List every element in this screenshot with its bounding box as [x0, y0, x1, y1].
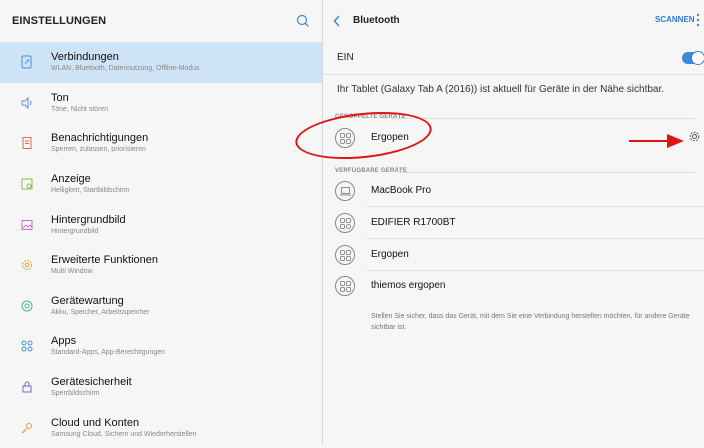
bluetooth-panel: Bluetooth SCANNEN EIN Ihr Tablet (Galaxy… — [322, 0, 704, 445]
available-devices-header: VERFÜGBARE GERÄTE — [335, 168, 695, 174]
laptop-icon — [335, 181, 355, 201]
available-device-item[interactable]: Ergopen — [323, 239, 704, 271]
device-name: Ergopen — [371, 249, 409, 260]
page-title: Bluetooth — [353, 15, 400, 26]
menu-item-device-security[interactable]: Gerätesicherheit Sperrbildschirm — [0, 367, 322, 408]
menu-item-title: Verbindungen — [51, 51, 119, 64]
menu-item-subtitle: Töne, Nicht stören — [51, 105, 109, 113]
toggle-knob — [691, 51, 704, 65]
menu-item-apps[interactable]: Apps Standard-Apps, App-Berechtigungen — [0, 326, 322, 367]
sound-icon — [19, 95, 35, 111]
menu-item-subtitle: Sperrbildschirm — [51, 390, 100, 398]
menu-item-title: Benachrichtigungen — [51, 132, 149, 145]
menu-item-title: Gerätewartung — [51, 294, 124, 307]
menu-item-subtitle: Akku, Speicher, Arbeitsspeicher — [51, 308, 150, 316]
speaker-device-icon — [335, 213, 355, 233]
gear-icon[interactable] — [688, 130, 701, 143]
visibility-hint: Stellen Sie sicher, dass das Gerät, mit … — [371, 313, 690, 331]
available-device-item[interactable]: thiemos ergopen — [323, 270, 704, 302]
settings-menu: Verbindungen WLAN, Bluetooth, Datennutzu… — [0, 42, 322, 448]
pen-device-icon — [335, 276, 355, 296]
scan-button[interactable]: SCANNEN — [655, 15, 695, 24]
apps-icon — [19, 338, 35, 354]
sidebar-title: EINSTELLUNGEN — [12, 15, 107, 27]
menu-item-subtitle: Sperren, zulassen, priorisieren — [51, 146, 146, 154]
menu-item-subtitle: Hintergrundbild — [51, 227, 99, 235]
wallpaper-icon — [19, 217, 35, 233]
device-name: thiemos ergopen — [371, 280, 446, 291]
menu-item-cloud-accounts[interactable]: Cloud und Konten Samsung Cloud, Sichern … — [0, 407, 322, 448]
notifications-icon — [19, 135, 35, 151]
menu-item-subtitle: Samsung Cloud, Sichern und Wiederherstel… — [51, 430, 197, 438]
menu-item-device-maintenance[interactable]: Gerätewartung Akku, Speicher, Arbeitsspe… — [0, 286, 322, 327]
available-device-item[interactable]: MacBook Pro — [323, 175, 704, 207]
available-device-item[interactable]: EDIFIER R1700BT — [323, 207, 704, 239]
device-maintenance-icon — [19, 298, 35, 314]
menu-item-advanced-features[interactable]: Erweiterte Funktionen Multi Window — [0, 245, 322, 286]
device-name: MacBook Pro — [371, 185, 432, 196]
bluetooth-header: Bluetooth SCANNEN — [323, 0, 704, 42]
advanced-features-icon — [19, 257, 35, 273]
menu-item-title: Apps — [51, 335, 77, 348]
menu-item-subtitle: WLAN, Bluetooth, Datennutzung, Offline-M… — [51, 65, 200, 73]
menu-item-title: Gerätesicherheit — [51, 376, 132, 389]
menu-item-title: Anzeige — [51, 173, 91, 186]
menu-item-sound[interactable]: Ton Töne, Nicht stören — [0, 83, 322, 124]
menu-item-connections[interactable]: Verbindungen WLAN, Bluetooth, Datennutzu… — [0, 42, 322, 83]
visibility-status: Ihr Tablet (Galaxy Tab A (2016)) ist akt… — [337, 84, 665, 95]
menu-item-subtitle: Standard-Apps, App-Berechtigungen — [51, 349, 166, 357]
lock-icon — [19, 379, 35, 395]
menu-item-subtitle: Multi Window — [51, 268, 93, 276]
settings-sidebar: EINSTELLUNGEN Verbindungen WLAN, Bluetoo… — [0, 0, 322, 445]
back-arrow-icon[interactable] — [333, 15, 341, 27]
key-icon — [19, 420, 35, 436]
bluetooth-toggle[interactable] — [682, 51, 704, 65]
menu-item-display[interactable]: Anzeige Helligkeit, Startbildschirm — [0, 164, 322, 205]
sidebar-header: EINSTELLUNGEN — [0, 0, 322, 42]
menu-item-wallpaper[interactable]: Hintergrundbild Hintergrundbild — [0, 204, 322, 245]
annotation-arrow-icon — [629, 134, 684, 148]
switch-label: EIN — [337, 52, 354, 63]
menu-item-title: Ton — [51, 91, 69, 104]
connections-icon — [19, 54, 35, 70]
menu-item-title: Cloud und Konten — [51, 416, 140, 429]
menu-item-title: Hintergrundbild — [51, 213, 126, 226]
menu-item-subtitle: Helligkeit, Startbildschirm — [51, 187, 130, 195]
search-icon[interactable] — [296, 14, 310, 28]
more-options-icon[interactable] — [696, 13, 700, 27]
menu-item-notifications[interactable]: Benachrichtigungen Sperren, zulassen, pr… — [0, 123, 322, 164]
pen-device-icon — [335, 245, 355, 265]
bluetooth-master-switch-row[interactable]: EIN — [323, 42, 704, 75]
display-icon — [19, 176, 35, 192]
menu-item-title: Erweiterte Funktionen — [51, 254, 158, 267]
device-name: EDIFIER R1700BT — [371, 217, 456, 228]
